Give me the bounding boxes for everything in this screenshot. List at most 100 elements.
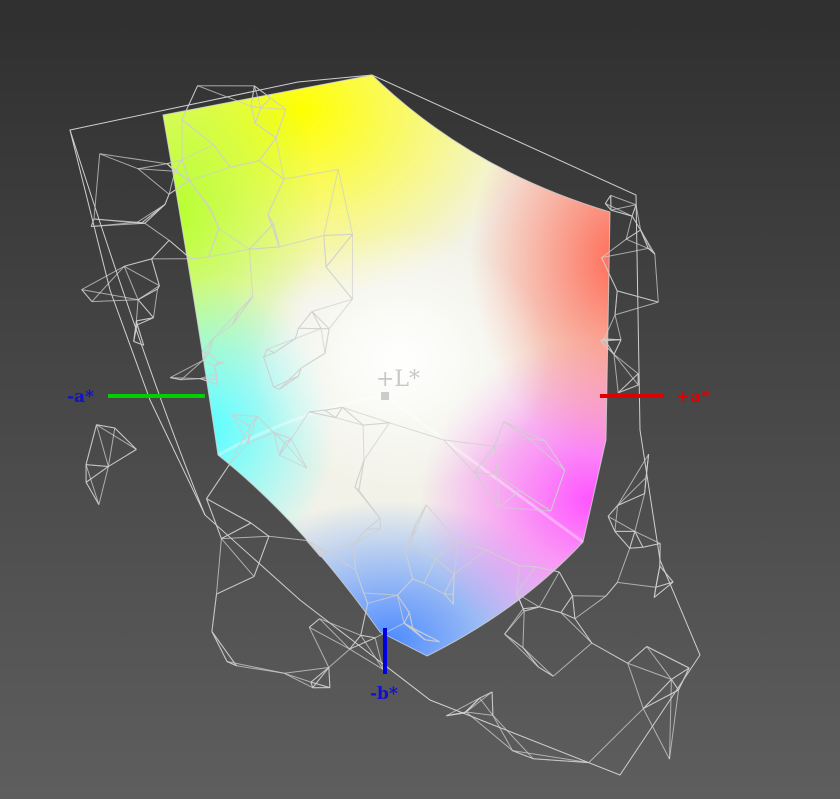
wireframe-edge: [644, 477, 647, 494]
wireframe-edge: [627, 646, 648, 664]
wireframe-edge: [216, 538, 222, 595]
wireframe-edge: [221, 522, 252, 540]
wireframe-edge: [614, 531, 631, 549]
wireframe-edge: [613, 354, 619, 393]
wireframe-edge: [670, 679, 679, 691]
wireframe-edge: [91, 299, 139, 303]
wireframe-edge: [629, 531, 636, 549]
origin-marker: [381, 392, 389, 400]
wireframe-edge: [504, 633, 524, 649]
wireframe-edge: [512, 750, 589, 764]
wireframe-edge: [465, 711, 513, 751]
wireframe-edge: [140, 204, 166, 224]
wireframe-edge: [137, 288, 158, 301]
wireframe-edge: [360, 635, 384, 670]
wireframe-edge: [319, 618, 361, 636]
wireframe-edge: [634, 493, 646, 532]
wireframe-edge: [328, 648, 351, 668]
l-plus-axis-label: +L*: [376, 367, 421, 392]
wireframe-edge: [99, 153, 139, 170]
wireframe-edge: [614, 505, 619, 532]
wireframe-edge: [298, 327, 322, 330]
wireframe-edge: [659, 565, 674, 583]
wireframe-edge: [135, 299, 139, 321]
wireframe-edge: [93, 218, 141, 224]
wireframe-edge: [85, 424, 97, 465]
wireframe-edge: [618, 384, 639, 394]
wireframe-edge: [164, 194, 170, 205]
wireframe-edge: [124, 258, 152, 267]
wireframe-edge: [108, 448, 137, 467]
wireframe-edge: [574, 618, 593, 644]
wireframe-edge: [137, 168, 170, 195]
gamut-3d-view: [69, 74, 701, 776]
wireframe-edge: [631, 204, 637, 217]
wireframe-edge: [284, 672, 313, 689]
wireframe-edge: [319, 618, 351, 650]
wireframe-edge: [211, 631, 228, 662]
wireframe-edge: [617, 581, 656, 588]
wireframe-edge: [552, 642, 593, 677]
wireframe-edge: [522, 611, 525, 648]
wireframe-edge: [250, 522, 270, 537]
wireframe-edge: [616, 548, 631, 583]
wireframe-edge: [465, 697, 481, 713]
wireframe-edge: [604, 195, 612, 204]
wireframe-edge: [144, 222, 170, 241]
wireframe-edge: [614, 301, 659, 316]
wireframe-edge: [114, 427, 137, 450]
wireframe-edge: [613, 339, 622, 355]
a-minus-axis-label: -a*: [67, 387, 94, 407]
wireframe-edge: [522, 647, 554, 677]
wireframe-edge: [646, 646, 690, 669]
wireframe-edge: [151, 239, 170, 260]
wireframe-edge: [614, 290, 618, 315]
wireframe-edge: [153, 289, 158, 318]
wireframe-edge: [138, 163, 168, 170]
wireframe-edge: [93, 153, 101, 220]
a-plus-axis-label: +a*: [676, 387, 711, 407]
wireframe-edge: [504, 633, 539, 668]
wireframe-edge: [491, 691, 494, 716]
wireframe-edge: [492, 715, 534, 760]
wireframe-edge: [539, 606, 562, 614]
wireframe-edge: [558, 571, 573, 596]
wireframe-edge: [572, 595, 606, 597]
wireframe-edge: [607, 515, 636, 532]
wireframe-edge: [99, 153, 168, 165]
wireframe-edge: [613, 354, 639, 375]
wireframe-edge: [588, 708, 644, 763]
wireframe-edge: [206, 466, 229, 499]
wireframe-edge: [614, 314, 622, 340]
wireframe-edge: [560, 612, 576, 620]
wireframe-edge: [655, 566, 661, 588]
wireframe-edge: [479, 697, 494, 716]
wireframe-edge: [610, 194, 637, 206]
wireframe-edge: [123, 266, 139, 300]
wireframe-edge: [605, 582, 618, 597]
wireframe-edge: [137, 299, 154, 319]
wireframe-edge: [308, 618, 320, 628]
wireframe-edge: [309, 626, 350, 650]
wireframe-edge: [81, 265, 125, 291]
wireframe-edge: [629, 546, 643, 549]
wireframe-edge: [216, 576, 255, 595]
wireframe-edge: [538, 666, 554, 677]
wireframe-edge: [591, 642, 629, 664]
b-minus-axis-label: -b*: [370, 684, 398, 704]
wireframe-edge: [216, 378, 218, 385]
wireframe-edge: [560, 595, 573, 613]
wireframe-edge: [138, 168, 175, 172]
wireframe-edge: [572, 595, 576, 619]
wireframe-edge: [284, 672, 312, 683]
wireframe-edge: [206, 498, 252, 524]
wireframe-edge: [617, 373, 639, 394]
wireframe-edge: [574, 595, 607, 620]
wireframe-edge: [654, 253, 659, 303]
wireframe-edge: [308, 627, 330, 668]
wireframe-edge: [360, 634, 376, 639]
wireframe-edge: [504, 608, 524, 635]
wireframe-edge: [211, 594, 217, 632]
wireframe-edge: [328, 667, 331, 688]
wireframe-edge: [268, 535, 307, 541]
